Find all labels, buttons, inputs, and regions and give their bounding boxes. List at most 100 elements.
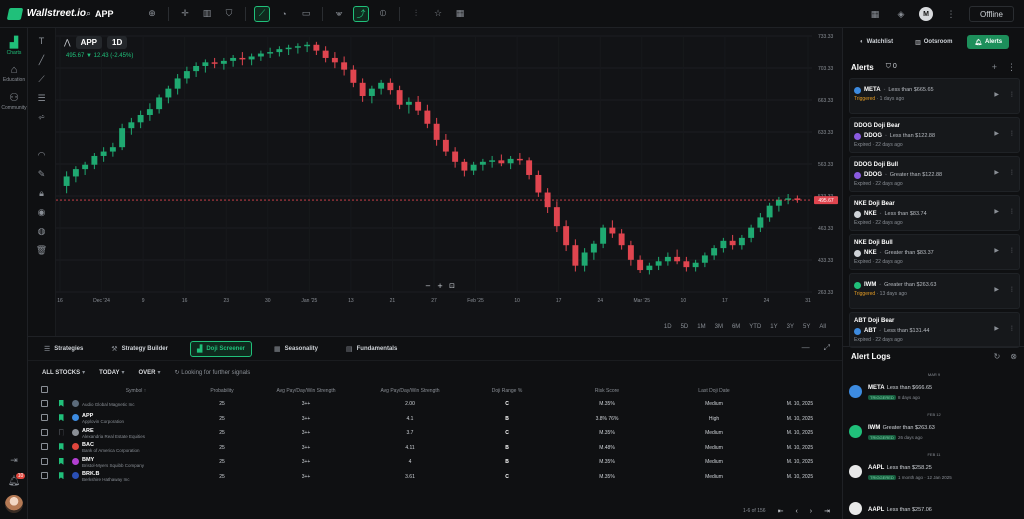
fib-tool-icon[interactable]: ☰ bbox=[35, 91, 49, 105]
more-icon[interactable]: ⋮ bbox=[943, 6, 959, 22]
filter-type[interactable]: OVER ▾ bbox=[139, 369, 161, 376]
column-header[interactable]: Doji Range % bbox=[462, 384, 552, 397]
table-row[interactable]: BAC Bank of America Corporation 25 3++ 4.11 B… bbox=[34, 441, 834, 456]
tab-watchlist[interactable]: ◐ Watchlist bbox=[853, 35, 900, 49]
tab-fundamentals[interactable]: ▤ Fundamentals bbox=[340, 341, 403, 357]
more-icon[interactable]: ⋮ bbox=[1009, 208, 1015, 215]
bookmark-icon[interactable] bbox=[58, 399, 64, 407]
compare-icon[interactable]: ⊕ bbox=[144, 6, 160, 22]
prev-page-icon[interactable]: ‹ bbox=[795, 508, 797, 515]
nav-charts[interactable]: ▟ Charts bbox=[0, 36, 28, 56]
text-tool-icon[interactable]: T bbox=[35, 34, 49, 48]
gann-tool-icon[interactable]: ⩫ bbox=[35, 110, 49, 124]
eye-icon[interactable]: ◉ bbox=[35, 205, 49, 219]
row-select[interactable] bbox=[34, 412, 54, 427]
screen-icon[interactable]: ▭ bbox=[298, 6, 314, 22]
column-header[interactable] bbox=[68, 384, 82, 397]
table-row[interactable]: ARE Alexandria Real Estate Equities 25 3++ 3… bbox=[34, 426, 834, 441]
bars-icon[interactable]: ⦶ bbox=[375, 6, 391, 22]
bookmark-cell[interactable] bbox=[54, 412, 68, 427]
table-row[interactable]: BMY Bristol-Myers Squibb Company 25 3++ 4 B M.… bbox=[34, 455, 834, 470]
checkbox[interactable] bbox=[40, 414, 48, 422]
checkbox[interactable] bbox=[40, 457, 48, 465]
trash-icon[interactable]: 🗑︎ bbox=[35, 243, 49, 257]
close-icon[interactable]: ⊗ bbox=[1010, 352, 1017, 361]
bookmark-cell[interactable] bbox=[54, 441, 68, 456]
symbol-cell[interactable]: APP Applovin Corporation bbox=[82, 412, 190, 427]
tab-seasonality[interactable]: ▦ Seasonality bbox=[268, 341, 324, 357]
minimize-icon[interactable]: — bbox=[802, 343, 810, 353]
bar-chart-icon[interactable]: ⫶ bbox=[408, 6, 424, 22]
palette-icon[interactable]: ◍ bbox=[35, 224, 49, 238]
row-select[interactable] bbox=[34, 455, 54, 470]
shield-icon[interactable]: ⛉ bbox=[221, 6, 237, 22]
timeframe-ytd[interactable]: YTD bbox=[749, 324, 761, 330]
zoom-control-icon[interactable]: − bbox=[425, 282, 431, 290]
signal-icon[interactable]: ⤴ bbox=[353, 5, 369, 22]
alert-card[interactable]: ABT Doji Bear ABT ◦ Less than $131.44 Expire… bbox=[849, 312, 1020, 348]
play-icon[interactable]: ▶ bbox=[994, 247, 999, 254]
column-header[interactable]: Avg Pay/Day/Win Strength bbox=[358, 384, 462, 397]
collapse-icon[interactable]: ⋀ bbox=[64, 38, 71, 47]
timeframe-1d[interactable]: 1D bbox=[664, 324, 672, 330]
bookmark-icon[interactable] bbox=[58, 443, 64, 451]
play-icon[interactable]: ▶ bbox=[994, 286, 999, 293]
checkbox[interactable] bbox=[40, 428, 48, 436]
column-header[interactable]: Risk Score bbox=[552, 384, 662, 397]
symbol-cell[interactable]: Audio Global Magnetic Inc bbox=[82, 397, 190, 412]
more-icon[interactable]: ⋮ bbox=[1009, 325, 1015, 332]
play-icon[interactable]: ▶ bbox=[994, 169, 999, 176]
play-icon[interactable]: ▶ bbox=[994, 325, 999, 332]
tab-strategy-builder[interactable]: ⚒ Strategy Builder bbox=[105, 341, 174, 357]
trend-line-icon[interactable]: ⟋ bbox=[254, 5, 270, 22]
symbol-cell[interactable]: ARE Alexandria Real Estate Equities bbox=[82, 426, 190, 441]
next-page-icon[interactable]: › bbox=[810, 508, 812, 515]
tab-alerts[interactable]: 🔔︎ Alerts bbox=[967, 35, 1010, 49]
column-header[interactable]: Symbol ↑ bbox=[82, 384, 190, 397]
filter-date[interactable]: TODAY ▾ bbox=[99, 369, 124, 376]
first-page-icon[interactable]: ⇤ bbox=[778, 507, 784, 515]
export-icon[interactable]: ⇥ bbox=[6, 452, 22, 468]
chart-interval[interactable]: 1D bbox=[107, 36, 128, 49]
select-all-checkbox[interactable] bbox=[34, 384, 54, 397]
bookmark-cell[interactable] bbox=[54, 455, 68, 470]
row-select[interactable] bbox=[34, 470, 54, 485]
bookmark-cell[interactable] bbox=[54, 426, 68, 441]
alert-card[interactable]: IWM ◦ Greater than $263.63 Triggered · 13 d… bbox=[849, 273, 1020, 309]
checkbox[interactable] bbox=[40, 386, 48, 393]
timeframe-3m[interactable]: 3M bbox=[715, 324, 723, 330]
bookmark-cell[interactable] bbox=[54, 470, 68, 485]
filter-universe[interactable]: ALL STOCKS ▾ bbox=[42, 369, 85, 376]
tab-strategies[interactable]: ☰ Strategies bbox=[38, 341, 89, 357]
indicator-icon[interactable]: ◔ bbox=[276, 6, 292, 22]
layers-icon[interactable]: ◈ bbox=[893, 6, 909, 22]
alert-log-item[interactable]: AAPL Less than $257.06 bbox=[849, 492, 1019, 519]
alert-card[interactable]: NKE Doji Bull NKE ◦ Greater than $83.37 Expi… bbox=[849, 234, 1020, 270]
timeframe-all[interactable]: All bbox=[819, 324, 826, 330]
more-icon[interactable]: ⋮ bbox=[1009, 130, 1015, 137]
bookmark-icon[interactable] bbox=[58, 414, 64, 422]
pattern-icon[interactable]: ⩖ bbox=[331, 6, 347, 22]
chevron-left-icon[interactable]: ‹ bbox=[1017, 35, 1024, 49]
column-header[interactable]: Avg Pay/Day/Win Strength bbox=[254, 384, 358, 397]
chart-symbol[interactable]: APP bbox=[75, 36, 103, 49]
row-select[interactable] bbox=[34, 426, 54, 441]
alert-card[interactable]: DDOG Doji Bear DDOG ◦ Less than $122.88 Expi… bbox=[849, 117, 1020, 153]
timeframe-6m[interactable]: 6M bbox=[732, 324, 740, 330]
app-logo[interactable]: Wallstreet.io bbox=[0, 7, 86, 20]
refresh-icon[interactable]: ↻ bbox=[994, 352, 1001, 361]
nav-education[interactable]: ⌂ Education bbox=[0, 64, 28, 83]
timeframe-1y[interactable]: 1Y bbox=[770, 324, 777, 330]
checkbox[interactable] bbox=[40, 443, 48, 451]
alert-log-item[interactable]: FEB 11 AAPL Less than $258.25 TRIGGERED 1 … bbox=[849, 452, 1019, 488]
ticker-search[interactable]: ⌕ APP bbox=[86, 8, 132, 19]
timeframe-3y[interactable]: 3Y bbox=[787, 324, 794, 330]
more-icon[interactable]: ⋮ bbox=[1009, 286, 1015, 293]
trend-tool-icon[interactable]: ⟋ bbox=[35, 72, 49, 86]
column-header[interactable]: Last Doji Date bbox=[662, 384, 766, 397]
user-avatar[interactable] bbox=[5, 495, 23, 513]
magnet-icon[interactable]: ◠ bbox=[35, 148, 49, 162]
play-icon[interactable]: ▶ bbox=[994, 130, 999, 137]
table-row[interactable]: Audio Global Magnetic Inc 25 3++ 2.00 C M.35%… bbox=[34, 397, 834, 412]
play-icon[interactable]: ▶ bbox=[994, 91, 999, 98]
